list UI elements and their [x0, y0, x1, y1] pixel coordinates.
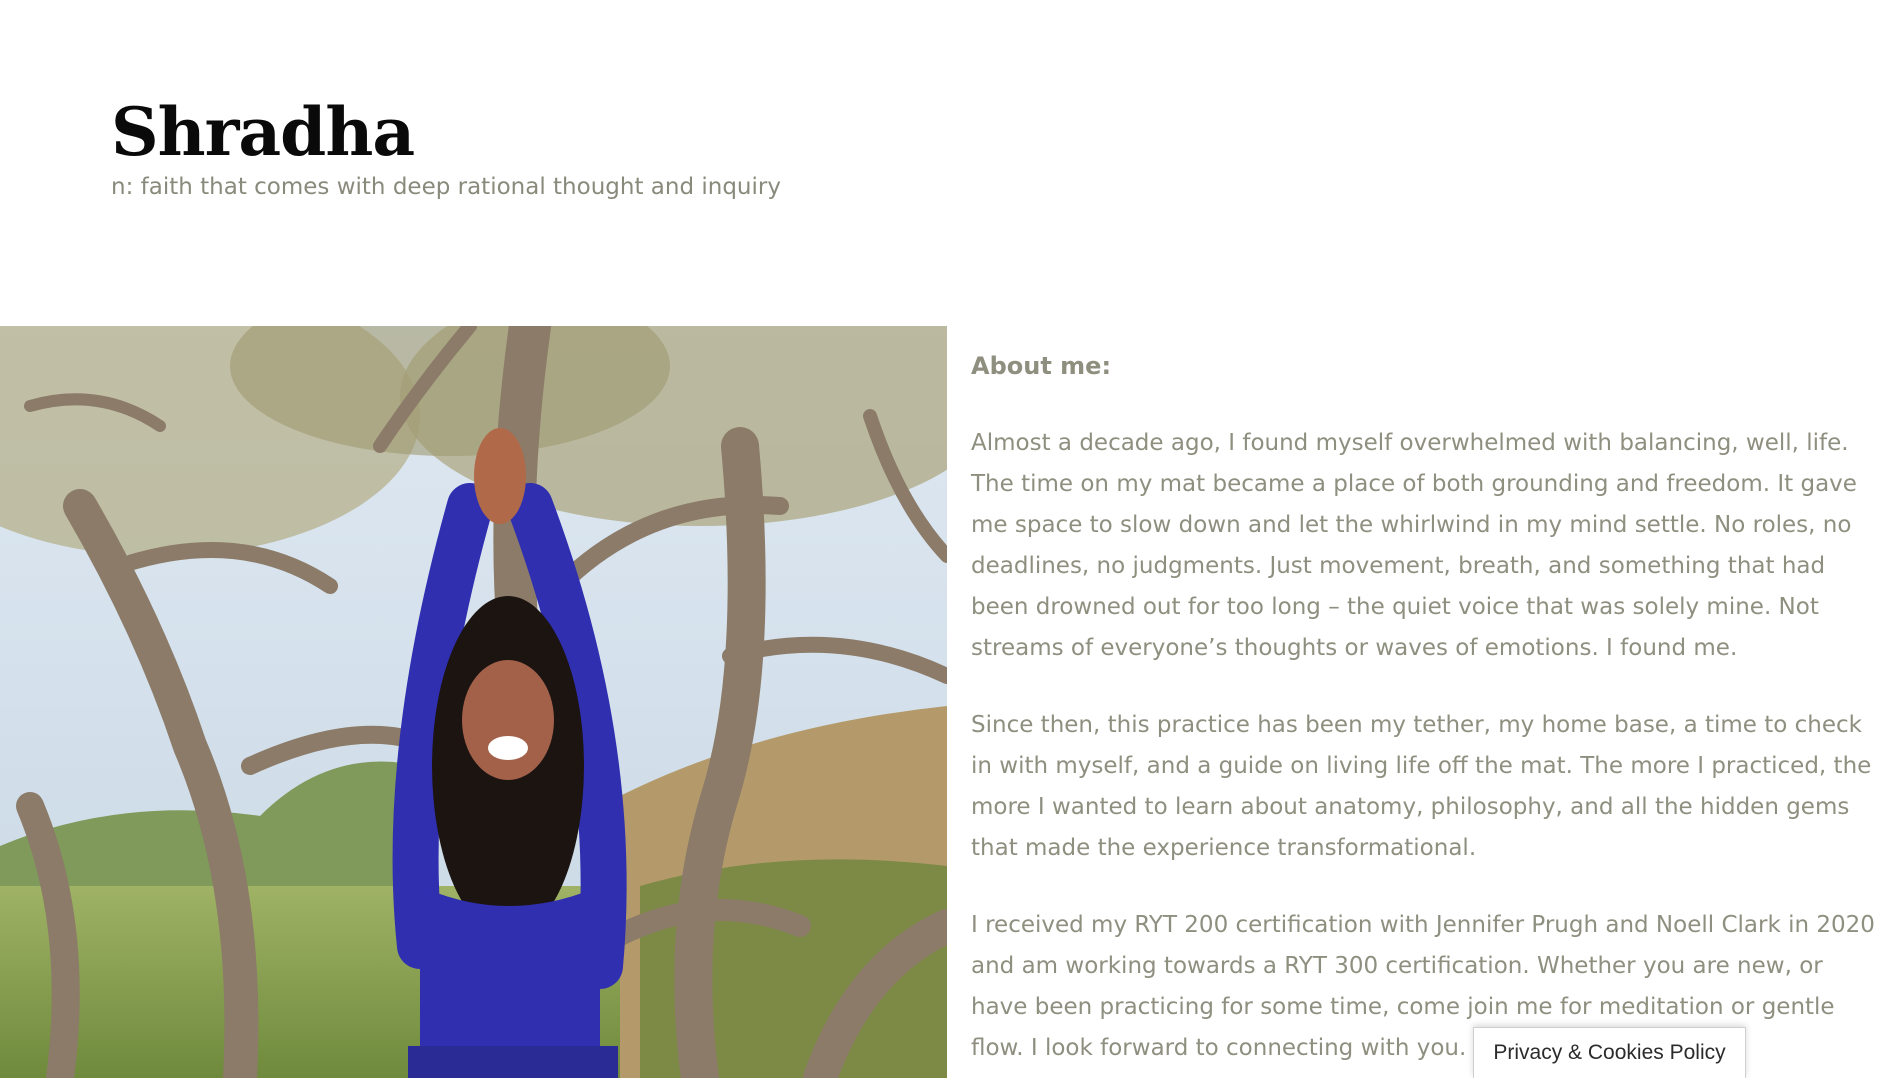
profile-photo	[0, 326, 947, 1078]
site-header: Shradha n: faith that comes with deep ra…	[111, 92, 781, 200]
about-paragraph-1: Almost a decade ago, I found myself over…	[971, 430, 1857, 661]
about-section: About me: Almost a decade ago, I found m…	[971, 352, 1876, 1078]
site-title[interactable]: Shradha	[111, 92, 781, 172]
about-paragraph-2: Since then, this practice has been my te…	[971, 712, 1872, 861]
site-tagline: n: faith that comes with deep rational t…	[111, 174, 781, 200]
about-heading: About me:	[971, 352, 1112, 380]
privacy-cookies-policy-button[interactable]: Privacy & Cookies Policy	[1473, 1027, 1746, 1078]
